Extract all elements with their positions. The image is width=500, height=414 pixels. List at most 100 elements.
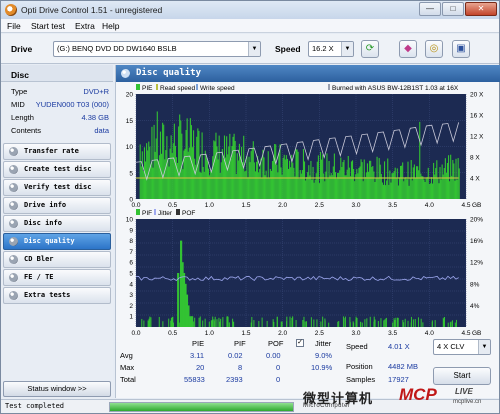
pie-bar bbox=[245, 170, 247, 199]
pie-bar bbox=[394, 167, 396, 199]
stat-max-jitter: 10.9% bbox=[311, 363, 333, 372]
nav-disc-quality[interactable]: Disc quality bbox=[3, 233, 111, 250]
pie-bar bbox=[335, 178, 338, 199]
pie-bar bbox=[414, 178, 417, 199]
pie-bar bbox=[375, 177, 377, 199]
menu-start-test[interactable]: Start test bbox=[31, 21, 65, 31]
pie-bar bbox=[405, 176, 407, 199]
x-tick-label: 4.0 bbox=[425, 330, 434, 337]
erase-button[interactable]: ◆ bbox=[399, 40, 417, 58]
pie-bar bbox=[157, 160, 159, 199]
drive-select[interactable]: (G:) BENQ DVD DD DW1640 BSLB ▼ bbox=[53, 41, 261, 57]
y2-tick-label: 20 X bbox=[470, 92, 484, 99]
pif-bar bbox=[199, 316, 201, 327]
nav-fe-te[interactable]: FE / TE bbox=[3, 269, 111, 286]
stat-header-pof: POF bbox=[268, 339, 284, 348]
jitter-checkbox[interactable]: ✓ bbox=[296, 339, 304, 347]
pie-bar bbox=[364, 176, 366, 199]
nav-drive-info[interactable]: Drive info bbox=[3, 197, 111, 214]
nav-verify-test-disc[interactable]: Verify test disc bbox=[3, 179, 111, 196]
pie-bar bbox=[356, 169, 358, 199]
pie-bar bbox=[199, 171, 201, 199]
stat-header-pie: PIE bbox=[192, 339, 205, 348]
nav-disc-info[interactable]: Disc info bbox=[3, 215, 111, 232]
nav-label: Disc info bbox=[24, 219, 62, 227]
close-button[interactable]: ✕ bbox=[465, 2, 497, 16]
nav-create-test-disc[interactable]: Create test disc bbox=[3, 161, 111, 178]
maximize-button[interactable]: □ bbox=[442, 2, 464, 16]
pie-bar bbox=[329, 175, 331, 199]
toolbar: Drive (G:) BENQ DVD DD DW1640 BSLB ▼ Spe… bbox=[1, 34, 499, 64]
pie-bar bbox=[440, 179, 442, 199]
pie-bar bbox=[293, 167, 295, 199]
status-window-button[interactable]: Status window >> bbox=[3, 381, 111, 397]
pie-bar bbox=[149, 146, 151, 199]
save-button[interactable]: ▣ bbox=[452, 40, 470, 58]
nav-transfer-rate[interactable]: Transfer rate bbox=[3, 143, 111, 160]
pie-bar bbox=[421, 175, 423, 199]
pie-bar bbox=[285, 155, 287, 199]
pif-bar bbox=[272, 319, 274, 327]
nav-extra-tests[interactable]: Extra tests bbox=[3, 287, 111, 304]
pie-bar bbox=[365, 172, 367, 199]
pie-bar bbox=[332, 166, 334, 199]
pie-bar bbox=[436, 160, 438, 199]
pie-bar bbox=[294, 176, 296, 199]
speed-select[interactable]: 16.2 X ▼ bbox=[308, 41, 354, 57]
progress-fill bbox=[110, 403, 293, 411]
pie-bar bbox=[317, 155, 319, 199]
pie-bar bbox=[222, 159, 224, 199]
x-tick-label: 1.5 bbox=[241, 330, 250, 337]
pie-bar bbox=[244, 171, 246, 199]
info-key: Contents bbox=[11, 126, 42, 135]
y-tick-label: 7 bbox=[129, 249, 133, 256]
info-row-type: Type DVD+R bbox=[1, 87, 113, 99]
pie-bar bbox=[158, 155, 160, 199]
pif-bar bbox=[349, 322, 351, 327]
menu-help[interactable]: Help bbox=[102, 21, 119, 31]
disc-icon bbox=[9, 237, 18, 246]
pif-bar bbox=[422, 322, 424, 327]
pie-bar bbox=[265, 170, 267, 199]
pie-bar bbox=[185, 130, 187, 199]
pie-bar bbox=[247, 177, 249, 199]
pif-bar bbox=[289, 320, 291, 327]
pie-bar bbox=[360, 159, 362, 199]
menu-file[interactable]: File bbox=[7, 21, 21, 31]
minimize-button[interactable]: — bbox=[419, 2, 441, 16]
pie-bar bbox=[171, 152, 173, 199]
mode-select[interactable]: 4 X CLV ▼ bbox=[433, 339, 491, 355]
start-button[interactable]: Start bbox=[433, 367, 491, 385]
refresh-button[interactable]: ⟳ bbox=[361, 40, 379, 58]
pie-bar bbox=[269, 168, 271, 199]
pie-bar bbox=[308, 165, 310, 199]
legend-label-pie: PIE bbox=[142, 85, 153, 92]
pie-bar bbox=[443, 167, 445, 199]
pie-bar bbox=[167, 159, 169, 199]
stat-avg-pif: 0.02 bbox=[228, 351, 243, 360]
copy-disc-button[interactable]: ◎ bbox=[425, 40, 443, 58]
legend-swatch-pif bbox=[136, 209, 140, 215]
pif-bar bbox=[276, 322, 278, 327]
menu-extra[interactable]: Extra bbox=[75, 21, 95, 31]
nav-cd-bler[interactable]: CD Bler bbox=[3, 251, 111, 268]
disc-icon bbox=[9, 183, 18, 192]
pie-bar bbox=[270, 170, 272, 199]
pie-bar bbox=[441, 164, 443, 199]
info-row-contents: Contents data bbox=[1, 126, 113, 138]
pie-bar bbox=[323, 173, 325, 199]
x-tick-label: 1.5 bbox=[241, 202, 250, 209]
pif-bar bbox=[251, 316, 253, 327]
pie-bar bbox=[344, 175, 346, 199]
pie-bar bbox=[403, 181, 405, 199]
y-tick-label: 10 bbox=[126, 144, 134, 151]
pie-bar bbox=[342, 162, 344, 199]
pif-bar bbox=[216, 319, 218, 327]
pie-bar bbox=[386, 180, 388, 199]
pif-bar bbox=[454, 322, 456, 327]
pif-bar bbox=[198, 317, 200, 327]
y2-tick-label: 12% bbox=[470, 260, 483, 267]
pie-bar bbox=[381, 182, 383, 199]
pif-bar bbox=[306, 321, 308, 327]
pie-bar bbox=[303, 161, 306, 199]
